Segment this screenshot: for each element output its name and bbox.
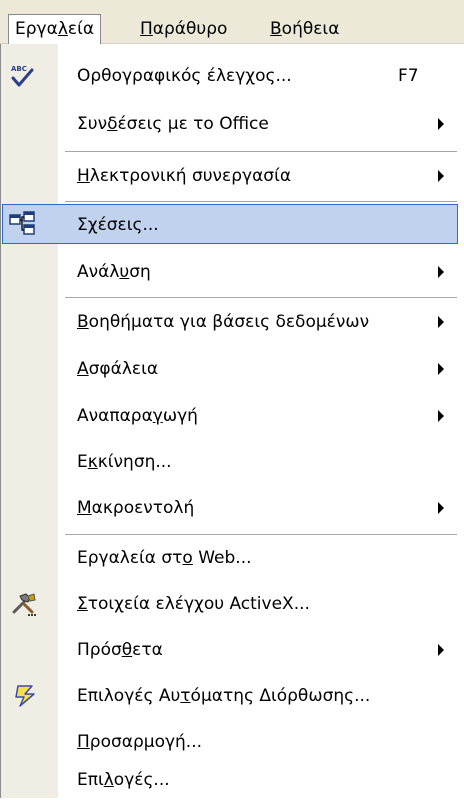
menu-item-macro[interactable]: Μακροεντολή bbox=[2, 488, 458, 528]
autocorrect-icon bbox=[12, 682, 40, 710]
menu-item-replication[interactable]: Αναπαραγωγή bbox=[2, 396, 458, 436]
menu-help[interactable]: Βοήθεια bbox=[264, 14, 345, 44]
menu-item-startup[interactable]: Εκκίνηση... bbox=[2, 442, 458, 482]
menu-separator bbox=[65, 297, 457, 298]
submenu-arrow-icon bbox=[438, 170, 444, 182]
menu-item-options[interactable]: Επιλογές... bbox=[2, 760, 458, 800]
menu-item-relationships[interactable]: Σχέσεις... bbox=[2, 204, 458, 244]
menu-separator bbox=[65, 201, 457, 202]
activex-controls-icon bbox=[10, 590, 38, 618]
menu-item-customize[interactable]: Προσαρμογή... bbox=[2, 722, 458, 762]
submenu-arrow-icon bbox=[438, 316, 444, 328]
submenu-arrow-icon bbox=[438, 644, 444, 656]
tools-dropdown-menu: ABC Ορθογραφικός έλεγχος... F7 Συνδέσεις… bbox=[0, 44, 464, 798]
menu-item-tools-on-web[interactable]: Εργαλεία στο Web... bbox=[2, 538, 458, 578]
svg-text:ABC: ABC bbox=[11, 65, 27, 73]
menu-item-activex-controls[interactable]: Στοιχεία ελέγχου ActiveX... bbox=[2, 584, 458, 624]
menu-item-spelling[interactable]: ABC Ορθογραφικός έλεγχος... F7 bbox=[2, 56, 458, 96]
menu-item-analyze[interactable]: Ανάλυση bbox=[2, 252, 458, 292]
submenu-arrow-icon bbox=[438, 118, 444, 130]
menu-separator bbox=[65, 151, 457, 152]
submenu-arrow-icon bbox=[438, 410, 444, 422]
spelling-check-icon: ABC bbox=[8, 62, 36, 90]
menu-item-online-collaboration[interactable]: Ηλεκτρονική συνεργασία bbox=[2, 156, 458, 196]
menu-item-database-utilities[interactable]: Βοηθήματα για βάσεις δεδομένων bbox=[2, 302, 458, 342]
submenu-arrow-icon bbox=[438, 266, 444, 278]
menu-item-autocorrect-options[interactable]: Επιλογές Αυτόματης Διόρθωσης... bbox=[2, 676, 458, 716]
shortcut-label: F7 bbox=[398, 66, 419, 86]
submenu-arrow-icon bbox=[438, 502, 444, 514]
menu-tools[interactable]: Εργαλεία bbox=[8, 14, 102, 44]
menu-item-office-links[interactable]: Συνδέσεις με το Office bbox=[2, 104, 458, 144]
relationships-icon bbox=[8, 210, 36, 238]
menu-window[interactable]: Παράθυρο bbox=[134, 14, 233, 44]
submenu-arrow-icon bbox=[438, 363, 444, 375]
menu-item-add-ins[interactable]: Πρόσθετα bbox=[2, 630, 458, 670]
menu-bar: Εργαλεία Παράθυρο Βοήθεια bbox=[0, 0, 464, 44]
menu-separator bbox=[65, 534, 457, 535]
menu-item-security[interactable]: Ασφάλεια bbox=[2, 349, 458, 389]
